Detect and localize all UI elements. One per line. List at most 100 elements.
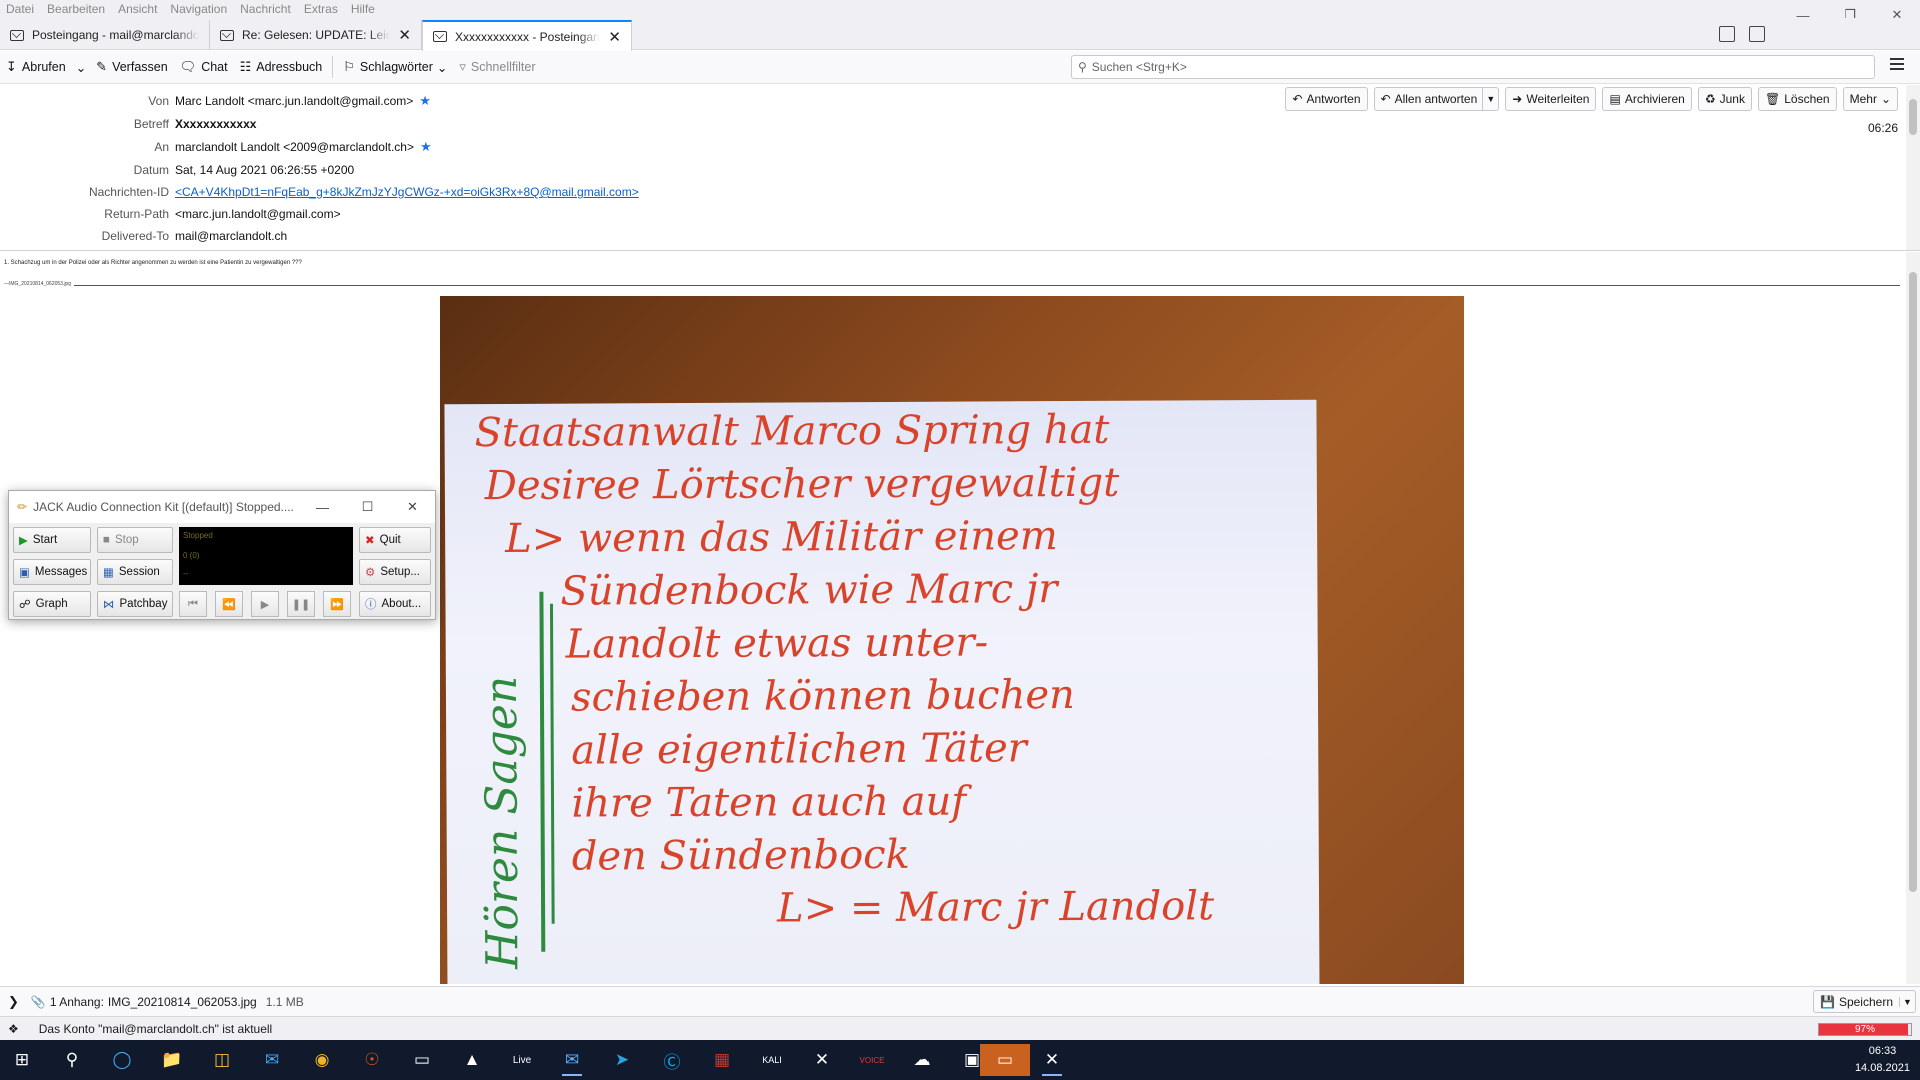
- menu-navigation[interactable]: Navigation: [170, 2, 227, 16]
- maximize-icon[interactable]: ☐: [345, 499, 390, 515]
- note-lines: Staatsanwalt Marco Spring hatDesiree Lör…: [474, 407, 1215, 932]
- expand-chevron-icon[interactable]: ❯: [8, 994, 19, 1010]
- delete-button[interactable]: 🗑 Löschen: [1757, 87, 1837, 111]
- windows-start-icon[interactable]: ⊞: [2, 1044, 42, 1076]
- more-button[interactable]: Mehr ⌄: [1842, 87, 1898, 111]
- get-messages-dropdown[interactable]: ⌄: [72, 54, 90, 80]
- filezilla-icon[interactable]: ▦: [702, 1044, 742, 1076]
- menu-bearbeiten[interactable]: Bearbeiten: [47, 2, 105, 16]
- menu-datei[interactable]: Datei: [6, 2, 34, 16]
- mail-icon: [433, 31, 447, 42]
- close-icon[interactable]: ✕: [390, 499, 435, 515]
- compose-button[interactable]: ✎ Verfassen: [90, 54, 174, 80]
- minimize-icon[interactable]: —: [300, 500, 345, 515]
- tab-message[interactable]: Xxxxxxxxxxxx - Posteingang ✕: [422, 20, 632, 51]
- jack-setup-button[interactable]: ⚙ Setup...: [359, 559, 431, 585]
- junk-button[interactable]: ♻ Junk: [1697, 87, 1752, 111]
- menu-extras[interactable]: Extras: [304, 2, 338, 16]
- menu-hilfe[interactable]: Hilfe: [351, 2, 375, 16]
- search-icon[interactable]: ⚲: [52, 1044, 92, 1076]
- thunderbird-icon[interactable]: ✉: [552, 1044, 592, 1076]
- rewind-icon[interactable]: ⏪: [215, 591, 243, 617]
- tab-reply[interactable]: Re: Gelesen: UPDATE: Leicht ✕: [210, 20, 422, 50]
- message-id-link[interactable]: <CA+V4KhpDt1=nFqEab_g+8kJkZmJzYJgCWGz-+x…: [175, 185, 639, 199]
- app-menu-icon[interactable]: [1890, 58, 1904, 70]
- chat-label: Chat: [201, 60, 228, 74]
- search-input[interactable]: ⚲ Suchen <Strg+K>: [1071, 55, 1875, 79]
- attachment-divider: [4, 285, 1900, 286]
- window-icon[interactable]: ▭: [980, 1044, 1030, 1076]
- taskbar-clock[interactable]: 06:33 14.08.2021: [1855, 1043, 1910, 1077]
- status-text: Das Konto "mail@marclandolt.ch" ist aktu…: [38, 1021, 273, 1036]
- reply-all-button[interactable]: ↶ Allen antworten ▼: [1373, 87, 1500, 111]
- scrollbar-thumb[interactable]: [1909, 99, 1917, 135]
- attachment-filename[interactable]: IMG_20210814_062053.jpg: [108, 995, 257, 1009]
- rewind-start-icon[interactable]: ⏮: [179, 591, 207, 617]
- chevron-down-icon[interactable]: ▼: [1482, 88, 1498, 110]
- attachment-count: 1 Anhang:: [49, 994, 104, 1009]
- edge-icon[interactable]: ◯: [102, 1044, 142, 1076]
- message-id-label: Nachrichten-ID: [88, 185, 169, 199]
- ubuntu-icon[interactable]: ☉: [352, 1044, 392, 1076]
- get-messages-button[interactable]: ↧ Abrufen: [0, 54, 72, 80]
- jack-about-button[interactable]: ⓘ About...: [359, 591, 431, 617]
- chat-button[interactable]: 🗨 Chat: [174, 54, 234, 80]
- menu-ansicht[interactable]: Ansicht: [118, 2, 157, 16]
- jack-graph-button[interactable]: ☍ Graph: [13, 591, 91, 617]
- folder-icon: ▦: [103, 567, 114, 579]
- close-tab-icon[interactable]: ✕: [608, 28, 621, 46]
- terminal-icon[interactable]: ▭: [402, 1044, 442, 1076]
- chrome-icon[interactable]: ◉: [302, 1044, 342, 1076]
- chevron-down-icon[interactable]: ▼: [1899, 996, 1915, 1007]
- pause-icon[interactable]: ❚❚: [287, 591, 315, 617]
- archive-button[interactable]: ▤ Archivieren: [1602, 87, 1692, 111]
- tab-inbox[interactable]: Posteingang - mail@marclandolt.ch: [0, 20, 210, 50]
- attached-photo[interactable]: Staatsanwalt Marco Spring hat Desiree Lör…: [440, 296, 1464, 984]
- jack-status-text: Stopped: [183, 531, 213, 540]
- tags-button[interactable]: ⚐ Schlagwörter ⌄: [337, 54, 453, 80]
- jack-start-button[interactable]: ▶ Start: [13, 527, 91, 553]
- subject-value: Xxxxxxxxxxxx: [175, 117, 257, 131]
- menu-nachricht[interactable]: Nachricht: [240, 2, 291, 16]
- to-value[interactable]: marclandolt Landolt <2009@marclandolt.ch…: [175, 140, 414, 154]
- from-value[interactable]: Marc Landolt <marc.jun.landolt@gmail.com…: [175, 94, 413, 108]
- star-icon[interactable]: ★: [420, 139, 432, 155]
- jack-window: ✏ JACK Audio Connection Kit [(default)] …: [8, 490, 436, 620]
- inkscape-icon[interactable]: ▲: [452, 1044, 492, 1076]
- body-scrollbar[interactable]: [1906, 252, 1920, 984]
- xjack-icon[interactable]: ✕: [1032, 1044, 1072, 1076]
- jack-session-button[interactable]: ▦ Session: [97, 559, 173, 585]
- scrollbar-thumb[interactable]: [1909, 272, 1917, 892]
- telegram-icon[interactable]: ➤: [602, 1044, 642, 1076]
- explorer-icon[interactable]: 📁: [152, 1044, 192, 1076]
- star-icon[interactable]: ★: [419, 93, 431, 109]
- message-header-pane: Von Marc Landolt <marc.jun.landolt@gmail…: [0, 85, 1920, 251]
- fast-forward-icon[interactable]: ⏩: [323, 591, 351, 617]
- jack-patchbay-button[interactable]: ⋈ Patchbay: [97, 591, 173, 617]
- calendar-icon[interactable]: [1719, 26, 1735, 42]
- close-tab-icon[interactable]: ✕: [398, 26, 411, 44]
- kali-icon[interactable]: KALI: [752, 1044, 792, 1076]
- nextcloud-icon[interactable]: ☁: [902, 1044, 942, 1076]
- play-transport-icon[interactable]: ▶: [251, 591, 279, 617]
- tasks-icon[interactable]: [1749, 26, 1765, 42]
- jack-icon[interactable]: ✕: [802, 1044, 842, 1076]
- header-delivered-to: Delivered-To mail@marclandolt.ch: [0, 226, 288, 246]
- address-book-button[interactable]: ☷ Adressbuch: [234, 54, 329, 80]
- header-scrollbar[interactable]: [1906, 85, 1920, 250]
- jack-messages-button[interactable]: ▣ Messages: [13, 559, 91, 585]
- skype-icon[interactable]: Ⓒ: [652, 1044, 692, 1076]
- green-bracket-line: [549, 603, 555, 924]
- reply-button[interactable]: ↶ Antworten: [1285, 87, 1368, 111]
- voicemeeter-icon[interactable]: VOICE: [852, 1044, 892, 1076]
- save-attachment-button[interactable]: 💾 Speichern ▼: [1813, 990, 1916, 1013]
- note-line: L> = Marc jr Landolt: [776, 883, 1215, 931]
- live-icon[interactable]: Live: [502, 1044, 542, 1076]
- mail-icon[interactable]: ✉: [252, 1044, 292, 1076]
- jack-quit-button[interactable]: ✖ Quit: [359, 527, 431, 553]
- forward-button[interactable]: ➜ Weiterleiten: [1505, 87, 1597, 111]
- jack-titlebar[interactable]: ✏ JACK Audio Connection Kit [(default)] …: [9, 491, 435, 523]
- quick-filter-button[interactable]: ▿ Schnellfilter: [453, 54, 541, 80]
- store-icon[interactable]: ◫: [202, 1044, 242, 1076]
- jack-stop-button[interactable]: ■ Stop: [97, 527, 173, 553]
